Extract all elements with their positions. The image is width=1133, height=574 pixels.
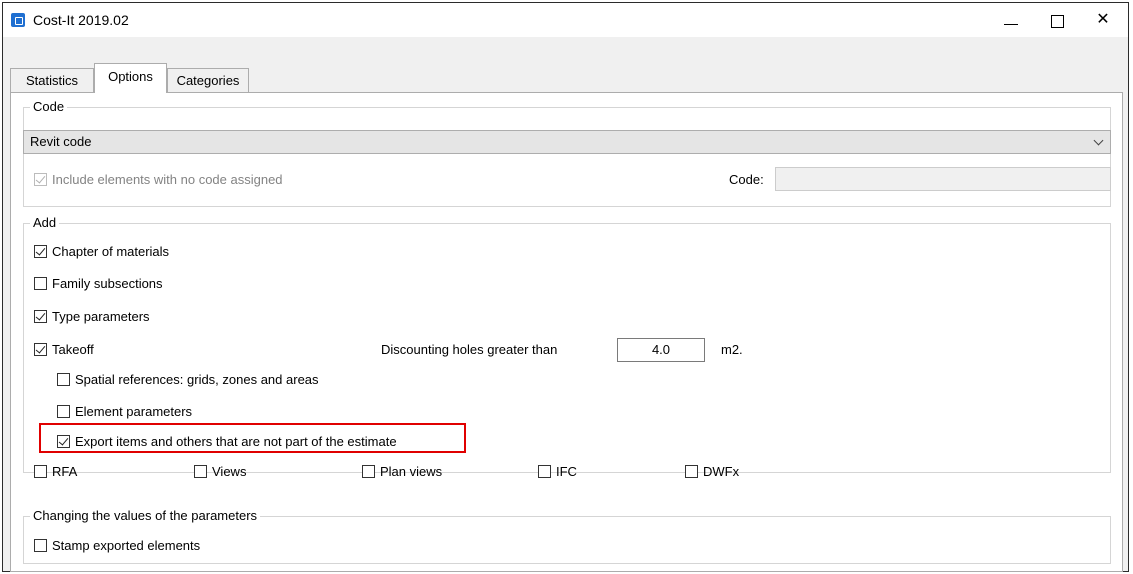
type-parameters-checkbox[interactable] [34, 310, 47, 323]
include-no-code-checkbox[interactable] [34, 173, 47, 186]
takeoff-label: Takeoff [52, 342, 94, 357]
tab-categories[interactable]: Categories [167, 68, 249, 92]
plan-views-label: Plan views [380, 464, 443, 479]
views-checkbox[interactable] [194, 465, 207, 478]
code-dropdown-value: Revit code [30, 134, 92, 149]
app-logo-icon [11, 13, 25, 27]
add-group-label: Add [30, 215, 60, 231]
code-input[interactable] [775, 167, 1111, 191]
takeoff-checkbox[interactable] [34, 343, 47, 356]
family-subsections-checkbox[interactable] [34, 277, 47, 290]
code-field-label: Code: [729, 172, 764, 187]
spatial-references-label: Spatial references: grids, zones and are… [75, 372, 319, 387]
plan-views-checkbox[interactable] [362, 465, 375, 478]
close-icon: ✕ [1096, 11, 1110, 28]
family-subsections-label: Family subsections [52, 276, 163, 291]
maximize-icon [1051, 15, 1064, 28]
stamp-exported-label: Stamp exported elements [52, 538, 201, 553]
type-parameters-label: Type parameters [52, 309, 150, 324]
spatial-references-checkbox[interactable] [57, 373, 70, 386]
params-group-label: Changing the values of the parameters [30, 508, 261, 524]
dwfx-label: DWFx [703, 464, 740, 479]
app-window: Cost-It 2019.02 ✕ Statistics Options Cat… [2, 2, 1129, 572]
maximize-button[interactable] [1034, 3, 1080, 37]
include-no-code-label: Include elements with no code assigned [52, 172, 283, 187]
close-button[interactable]: ✕ [1080, 3, 1126, 37]
chevron-down-icon [1093, 135, 1104, 146]
code-dropdown[interactable]: Revit code [23, 130, 1111, 154]
rfa-checkbox[interactable] [34, 465, 47, 478]
discounting-holes-label: Discounting holes greater than [381, 342, 558, 357]
chapter-of-materials-checkbox[interactable] [34, 245, 47, 258]
views-label: Views [212, 464, 247, 479]
code-group: Code [23, 99, 1111, 207]
export-items-checkbox[interactable] [57, 435, 70, 448]
title-bar[interactable]: Cost-It 2019.02 ✕ [3, 3, 1128, 37]
element-parameters-checkbox[interactable] [57, 405, 70, 418]
export-items-label: Export items and others that are not par… [75, 434, 397, 449]
element-parameters-label: Element parameters [75, 404, 193, 419]
ifc-label: IFC [556, 464, 577, 479]
tab-statistics[interactable]: Statistics [10, 68, 94, 92]
rfa-label: RFA [52, 464, 78, 479]
tab-options[interactable]: Options [94, 63, 167, 93]
code-group-label: Code [30, 99, 68, 115]
minimize-icon [1004, 24, 1018, 25]
dwfx-checkbox[interactable] [685, 465, 698, 478]
window-title: Cost-It 2019.02 [33, 12, 129, 28]
discounting-value-input[interactable]: 4.0 [617, 338, 705, 362]
discounting-unit: m2. [721, 342, 743, 357]
options-panel: Code Revit code Include elements with no… [10, 92, 1123, 572]
ifc-checkbox[interactable] [538, 465, 551, 478]
chapter-of-materials-label: Chapter of materials [52, 244, 170, 259]
minimize-button[interactable] [988, 3, 1034, 37]
stamp-exported-checkbox[interactable] [34, 539, 47, 552]
